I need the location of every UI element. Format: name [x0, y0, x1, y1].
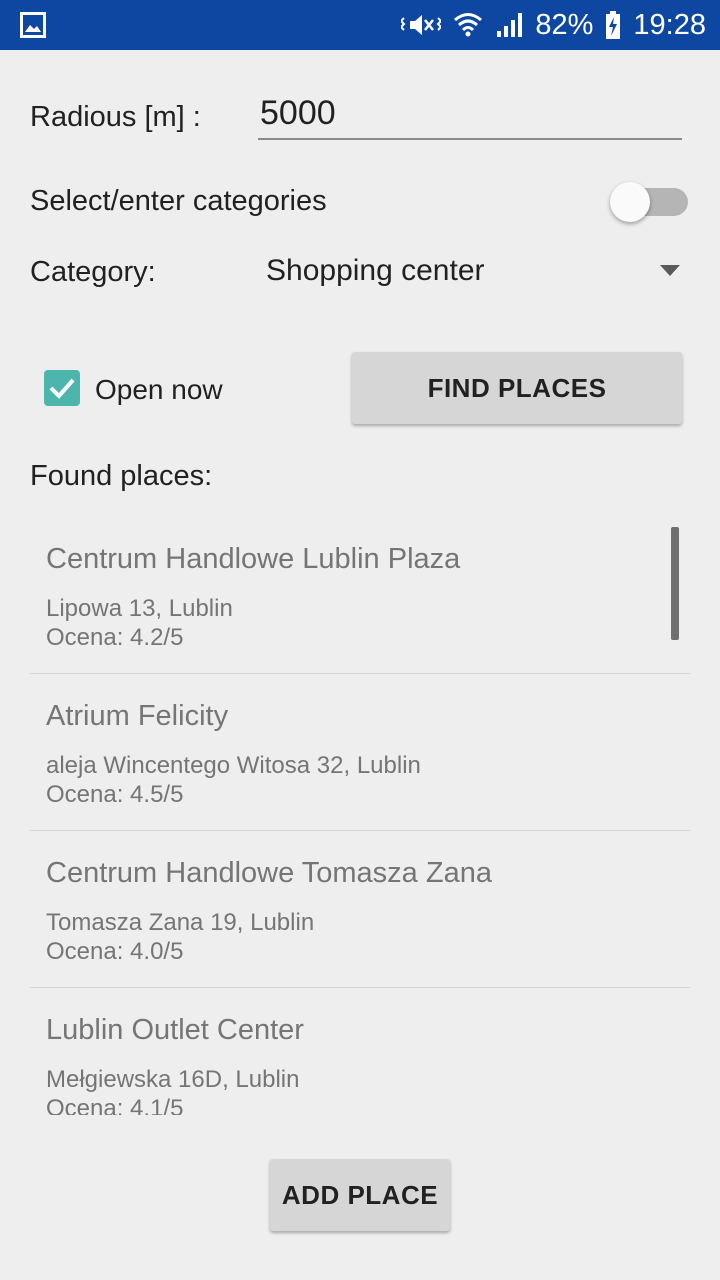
place-name: Centrum Handlowe Lublin Plaza [46, 543, 461, 575]
place-rating: Ocena: 4.0/5 [46, 938, 184, 965]
found-places-label: Found places: [30, 460, 213, 492]
signal-icon [497, 13, 523, 37]
check-icon [49, 378, 75, 399]
battery-charging-icon [606, 11, 621, 39]
open-now-label[interactable]: Open now [95, 374, 223, 406]
list-item[interactable]: Centrum Handlowe Lublin Plaza Lipowa 13,… [30, 517, 690, 674]
list-scrollbar[interactable] [671, 527, 679, 640]
place-address: Tomasza Zana 19, Lublin [46, 909, 315, 936]
place-address: aleja Wincentego Witosa 32, Lublin [46, 752, 421, 779]
places-list[interactable]: Centrum Handlowe Lublin Plaza Lipowa 13,… [30, 517, 690, 1115]
gallery-icon [20, 12, 46, 38]
place-rating: Ocena: 4.5/5 [46, 781, 184, 808]
list-item[interactable]: Lublin Outlet Center Mełgiewska 16D, Lub… [30, 988, 690, 1115]
clock: 19:28 [633, 8, 706, 41]
radius-label: Radious [m] : [30, 101, 201, 133]
switch-thumb [610, 182, 650, 222]
open-now-checkbox[interactable] [44, 370, 80, 406]
status-bar: 82% 19:28 [0, 0, 720, 50]
battery-percent: 82% [535, 8, 594, 41]
place-rating: Ocena: 4.1/5 [46, 1095, 184, 1115]
category-label: Category: [30, 256, 156, 288]
dropdown-arrow-icon[interactable] [660, 265, 680, 276]
categories-toggle-switch[interactable] [610, 182, 690, 222]
list-item[interactable]: Centrum Handlowe Tomasza Zana Tomasza Za… [30, 831, 690, 988]
mute-vibrate-icon [401, 15, 442, 35]
categories-toggle-label: Select/enter categories [30, 185, 327, 217]
wifi-icon [454, 13, 483, 37]
radius-input[interactable] [258, 92, 682, 140]
list-item[interactable]: Atrium Felicity aleja Wincentego Witosa … [30, 674, 690, 831]
place-rating: Ocena: 4.2/5 [46, 624, 184, 651]
place-name: Atrium Felicity [46, 700, 229, 732]
place-name: Lublin Outlet Center [46, 1014, 304, 1046]
place-address: Mełgiewska 16D, Lublin [46, 1066, 300, 1093]
category-value[interactable]: Shopping center [266, 254, 485, 288]
add-place-button[interactable]: ADD PLACE [270, 1159, 450, 1231]
place-name: Centrum Handlowe Tomasza Zana [46, 857, 492, 889]
place-address: Lipowa 13, Lublin [46, 595, 233, 622]
find-places-button[interactable]: FIND PLACES [352, 352, 682, 424]
